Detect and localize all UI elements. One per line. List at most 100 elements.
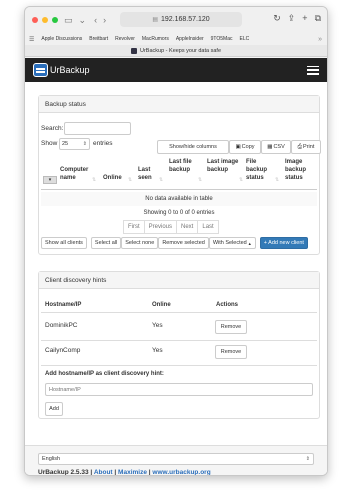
tab-title[interactable]: UrBackup - Keeps your data safe: [140, 48, 221, 54]
zoom-window-button[interactable]: [52, 17, 58, 23]
brand-title[interactable]: UrBackup: [50, 65, 90, 75]
panel-heading: Backup status: [39, 96, 319, 113]
bookmark-item[interactable]: 9TO5Mac: [211, 36, 233, 42]
back-icon[interactable]: ‹: [94, 15, 97, 25]
with-selected-dropdown[interactable]: With Selected ▲: [208, 237, 256, 249]
sidebar-icon[interactable]: ▭: [64, 15, 73, 25]
csv-icon: ▦: [267, 144, 273, 150]
row-divider: [41, 365, 317, 366]
forward-icon[interactable]: ›: [103, 15, 106, 25]
header-divider: [41, 312, 317, 313]
client-actions: Show all clients Select all Select none …: [41, 237, 308, 249]
close-window-button[interactable]: [32, 17, 38, 23]
tab-overview-icon[interactable]: ⧉: [315, 13, 321, 24]
copy-button[interactable]: ▣ Copy: [229, 140, 261, 154]
pagination-previous[interactable]: Previous: [144, 220, 178, 234]
address-bar[interactable]: ▤ 192.168.57.120: [120, 12, 242, 27]
window-controls: [32, 17, 58, 23]
sort-icon: ⇅: [92, 177, 97, 183]
print-button[interactable]: ⎙ Print: [291, 140, 321, 154]
csv-label: CSV: [273, 144, 285, 150]
page-icon: ▤: [152, 17, 158, 23]
csv-button[interactable]: ▦ CSV: [261, 140, 291, 154]
column-header-online: Online: [152, 302, 171, 308]
sort-icon: ⇅: [239, 177, 244, 183]
page-footer: English ⇕ UrBackup 2.5.33 | About | Maxi…: [25, 445, 327, 475]
select-none-button[interactable]: Select none: [121, 237, 159, 249]
sort-icon: ⇅: [275, 177, 280, 183]
search-label: Search:: [41, 125, 64, 132]
pagination-last[interactable]: Last: [198, 220, 219, 234]
online-cell: Yes: [152, 347, 163, 354]
online-cell: Yes: [152, 322, 163, 329]
bookmark-item[interactable]: AppleInsider: [176, 36, 204, 42]
print-icon: ⎙: [297, 143, 303, 150]
bookmark-item[interactable]: Revolver: [115, 36, 135, 42]
sort-icon: ⇅: [128, 177, 133, 183]
new-tab-icon[interactable]: +: [302, 13, 307, 24]
urbackup-logo-icon[interactable]: [33, 63, 48, 77]
website-link[interactable]: www.urbackup.org: [152, 469, 210, 475]
column-header-image-backup-status[interactable]: Image backup status: [285, 158, 317, 182]
remove-hint-button[interactable]: Remove: [215, 320, 247, 334]
select-all-checkbox-dropdown[interactable]: ▾: [43, 176, 57, 184]
caret-down-icon: ▲: [247, 240, 252, 246]
search-input[interactable]: [64, 122, 131, 135]
tab-bar: UrBackup - Keeps your data safe: [25, 45, 327, 57]
page-content: UrBackup Backup status Search: Show 25 ⇕…: [25, 58, 327, 475]
empty-table-message: No data available in table: [41, 192, 317, 206]
column-header-computer-name[interactable]: Computer name: [60, 166, 90, 182]
entries-select[interactable]: 25 ⇕: [59, 138, 90, 150]
add-hint-label: Add hostname/IP as client discovery hint…: [45, 371, 164, 377]
hostname-input[interactable]: [45, 383, 313, 396]
column-header-hostname: Hostname/IP: [45, 302, 82, 308]
with-selected-label: With Selected: [212, 240, 247, 246]
favicon-icon: [130, 47, 137, 54]
column-header-last-seen[interactable]: Last seen: [138, 166, 158, 182]
bookmarks-grid-icon[interactable]: ☰: [29, 36, 34, 43]
bookmark-item[interactable]: Breitbart: [89, 36, 108, 42]
column-header-last-image-backup[interactable]: Last image backup: [207, 158, 239, 174]
chevron-down-icon[interactable]: ⌄: [79, 15, 87, 25]
app-navbar: UrBackup: [25, 58, 327, 82]
separator: |: [90, 469, 93, 476]
select-all-button[interactable]: Select all: [90, 237, 122, 249]
pagination-next[interactable]: Next: [177, 220, 199, 234]
entries-value: 25: [62, 141, 69, 147]
remove-hint-button[interactable]: Remove: [215, 345, 247, 359]
language-value: English: [42, 456, 61, 462]
more-bookmarks-icon[interactable]: »: [318, 36, 322, 43]
column-header-last-file-backup[interactable]: Last file backup: [169, 158, 199, 174]
language-select[interactable]: English ⇕: [38, 453, 314, 465]
reload-icon[interactable]: ↻: [273, 13, 281, 24]
bookmarks-bar: ☰ Apple Discussions Breitbart Revolver M…: [25, 33, 327, 45]
show-all-clients-button[interactable]: Show all clients: [41, 237, 87, 249]
column-header-online[interactable]: Online: [103, 174, 122, 182]
table-row: CailynComp Yes Remove: [41, 341, 317, 366]
backup-table-header: ▾ Computer name ⇅ Online ⇅ Last seen ⇅ L…: [41, 158, 317, 190]
menu-toggle-icon[interactable]: [307, 65, 319, 75]
browser-toolbar: ▭ ⌄ ‹ › ▤ 192.168.57.120 ↻ ⇪ + ⧉: [25, 7, 327, 33]
maximize-link[interactable]: Maximize: [118, 469, 147, 475]
entries-label: entries: [93, 140, 113, 147]
show-hide-columns-button[interactable]: Show/hide columns: [157, 140, 229, 154]
add-new-client-button[interactable]: + Add new client: [259, 237, 308, 249]
bookmark-item[interactable]: ELC: [240, 36, 250, 42]
toolbar-right: ↻ ⇪ + ⧉: [273, 13, 321, 24]
sort-icon: ⇅: [198, 177, 203, 183]
pagination: First Previous Next Last: [123, 220, 219, 234]
hostname-cell: DominikPC: [45, 322, 78, 329]
hostname-cell: CailynComp: [45, 347, 81, 354]
select-arrows-icon: ⇕: [82, 141, 87, 147]
bookmark-item[interactable]: Apple Discussions: [41, 36, 82, 42]
pagination-first[interactable]: First: [123, 220, 145, 234]
remove-selected-button[interactable]: Remove selected: [158, 237, 209, 249]
minimize-window-button[interactable]: [42, 17, 48, 23]
column-header-file-backup-status[interactable]: File backup status: [246, 158, 278, 182]
bookmark-item[interactable]: MacRumors: [142, 36, 169, 42]
copy-icon: ▣: [235, 144, 241, 150]
show-label: Show: [41, 140, 58, 147]
share-icon[interactable]: ⇪: [288, 13, 296, 24]
add-hint-button[interactable]: Add: [45, 402, 63, 416]
about-link[interactable]: About: [94, 469, 113, 475]
